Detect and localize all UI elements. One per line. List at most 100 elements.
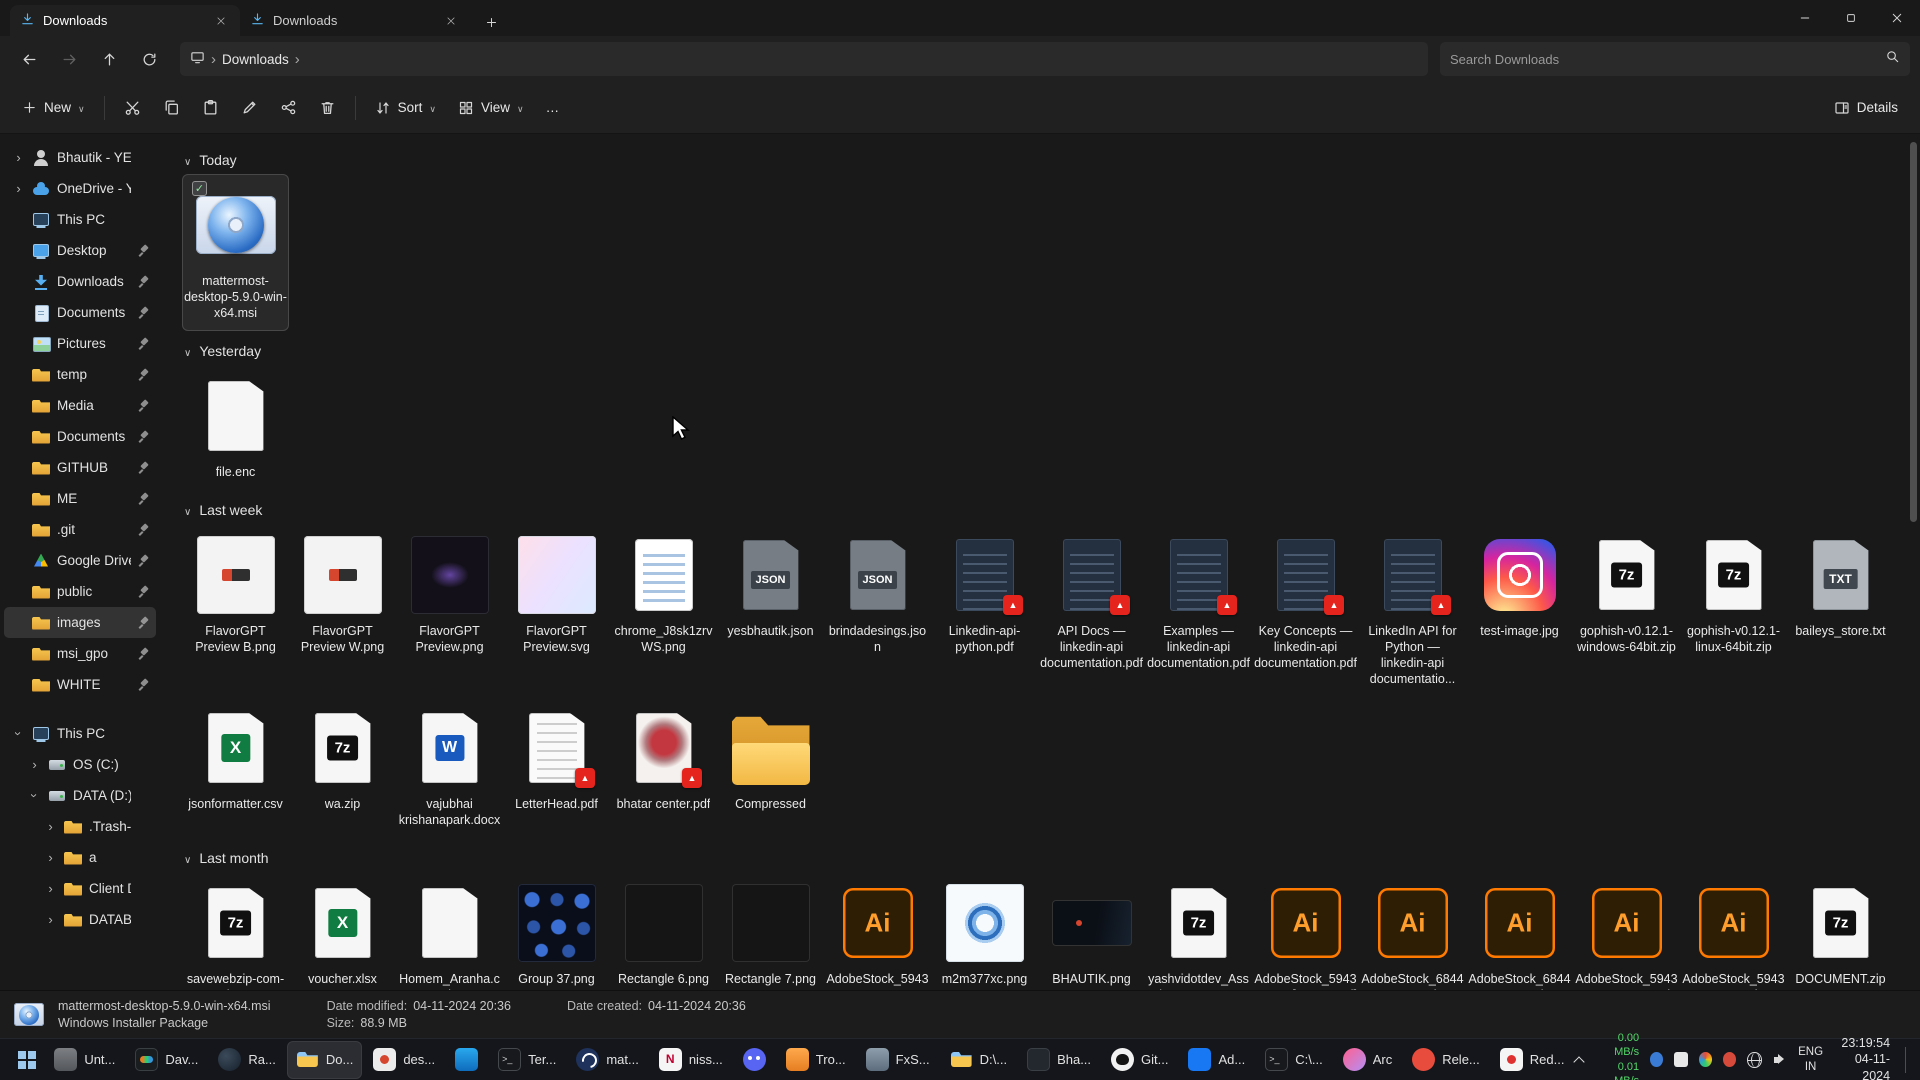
tray-app-icon-blue[interactable] (1650, 1052, 1663, 1067)
chevron-icon[interactable] (12, 181, 25, 196)
taskbar-item[interactable]: Do... (287, 1041, 362, 1079)
start-button[interactable] (8, 1041, 45, 1079)
file-item[interactable]: Rectangle 7.png (717, 872, 824, 990)
taskbar-item[interactable]: mat... (567, 1041, 648, 1079)
taskbar-item[interactable]: Ad... (1179, 1041, 1254, 1079)
file-item[interactable]: brindadesings.json (824, 524, 931, 665)
explorer-tab[interactable]: Downloads (240, 5, 470, 36)
sidebar-item[interactable]: DATA (D:) (4, 780, 156, 811)
breadcrumb[interactable]: Downloads (180, 42, 1428, 76)
chevron-icon[interactable] (44, 881, 57, 896)
taskbar-item[interactable]: Tro... (777, 1041, 855, 1079)
show-desktop-button[interactable] (1905, 1047, 1906, 1073)
sidebar-item[interactable]: OneDrive - YESE (4, 173, 156, 204)
file-item[interactable]: Homem_Aranha.cdr (396, 872, 503, 990)
chevron-icon[interactable] (44, 819, 57, 834)
file-item[interactable]: Rectangle 6.png (610, 872, 717, 990)
file-item[interactable]: gophish-v0.12.1-windows-64bit.zip (1573, 524, 1680, 665)
cut-button[interactable] (114, 90, 151, 126)
file-item[interactable]: LetterHead.pdf (503, 697, 610, 822)
breadcrumb-path[interactable]: Downloads (222, 52, 289, 67)
collapse-chevron-icon[interactable] (184, 343, 191, 359)
taskbar-item[interactable]: Bha... (1018, 1041, 1100, 1079)
breadcrumb-chevron-icon[interactable] (295, 51, 300, 68)
file-item[interactable]: Key Concepts — linkedin-api documentatio… (1252, 524, 1359, 681)
file-item[interactable]: yesbhautik.json (717, 524, 824, 649)
hidden-icons-chevron[interactable] (1573, 1054, 1584, 1066)
sidebar-item[interactable]: Pictures (4, 328, 156, 359)
file-item[interactable]: test-image.jpg (1466, 524, 1573, 649)
delete-button[interactable] (309, 90, 346, 126)
explorer-tab-active[interactable]: Downloads (10, 5, 240, 36)
chevron-icon[interactable] (27, 789, 42, 802)
taskbar-item[interactable]: niss... (650, 1041, 732, 1079)
file-item[interactable]: FlavorGPT Preview.svg (503, 524, 610, 665)
file-item[interactable]: AdobeStock_594399656 - Copy.ai (1573, 872, 1680, 990)
chevron-icon[interactable] (11, 727, 26, 740)
section-header[interactable]: Last month (184, 850, 1912, 866)
file-item[interactable]: mattermost-desktop-5.9.0-win-x64.msi (182, 174, 289, 331)
section-header[interactable]: Last week (184, 502, 1912, 518)
view-button[interactable]: View (448, 90, 534, 126)
taskbar-item[interactable]: Ra... (209, 1041, 284, 1079)
collapse-chevron-icon[interactable] (184, 850, 191, 866)
taskbar-item[interactable]: Unt... (45, 1041, 124, 1079)
taskbar-item[interactable]: des... (364, 1041, 444, 1079)
sidebar-item[interactable]: Google Drive (4, 545, 156, 576)
taskbar-item[interactable]: FxS... (857, 1041, 939, 1079)
file-item[interactable]: AdobeStock_684401528.ai (1466, 872, 1573, 990)
up-button[interactable] (90, 42, 128, 76)
sidebar-item[interactable]: This PC (4, 204, 156, 235)
paste-button[interactable] (192, 90, 229, 126)
clock[interactable]: 23:19:54 04-11-2024 (1834, 1035, 1890, 1080)
forward-button[interactable] (50, 42, 88, 76)
taskbar-item[interactable]: Red... (1491, 1041, 1574, 1079)
sidebar-item[interactable]: WHITE (4, 669, 156, 700)
close-button[interactable] (1874, 0, 1920, 36)
more-options-button[interactable]: … (536, 90, 570, 126)
collapse-chevron-icon[interactable] (184, 502, 191, 518)
collapse-chevron-icon[interactable] (184, 152, 191, 168)
sidebar-item[interactable]: Documents (4, 297, 156, 328)
file-item[interactable]: DOCUMENT.zip (1787, 872, 1894, 990)
file-item[interactable]: AdobeStock_684425862.ai (1359, 872, 1466, 990)
sidebar-item[interactable]: public (4, 576, 156, 607)
file-item[interactable]: file.enc (182, 365, 289, 490)
volume-icon[interactable] (1773, 1052, 1787, 1068)
file-item[interactable]: m2m377xc.png (931, 872, 1038, 990)
search-box[interactable] (1440, 42, 1910, 76)
file-item[interactable]: BHAUTIK.png (1038, 872, 1145, 990)
details-button[interactable]: Details (1824, 90, 1908, 126)
network-icon[interactable] (1747, 1052, 1761, 1068)
sidebar-item[interactable]: .Trash-1000 (4, 811, 156, 842)
file-item[interactable]: vajubhai krishanapark.docx (396, 697, 503, 838)
chevron-icon[interactable] (44, 912, 57, 927)
file-item[interactable]: FlavorGPT Preview W.png (289, 524, 396, 665)
sidebar-item[interactable]: images (4, 607, 156, 638)
file-item[interactable]: AdobeStock_594399656 [Converted] copy.ai (1252, 872, 1359, 990)
copy-button[interactable] (153, 90, 190, 126)
taskbar-item[interactable]: Dav... (126, 1041, 207, 1079)
sidebar-item[interactable]: DATABASE (4, 904, 156, 935)
chevron-icon[interactable] (28, 757, 41, 772)
sidebar-item[interactable]: ME (4, 483, 156, 514)
sidebar-item[interactable]: GITHUB (4, 452, 156, 483)
checkbox[interactable] (192, 181, 207, 196)
chevron-icon[interactable] (12, 150, 25, 165)
tray-app-icon-white[interactable] (1674, 1052, 1687, 1067)
new-button[interactable]: New (12, 90, 95, 126)
section-header[interactable]: Yesterday (184, 343, 1912, 359)
sidebar-item[interactable]: a (4, 842, 156, 873)
taskbar-item[interactable]: Arc (1334, 1041, 1402, 1079)
file-item[interactable]: Linkedin-api-python.pdf (931, 524, 1038, 665)
file-item[interactable]: jsonformatter.csv (182, 697, 289, 822)
sidebar-item[interactable]: OS (C:) (4, 749, 156, 780)
file-item[interactable]: Examples — linkedin-api documentation.pd… (1145, 524, 1252, 681)
tab-close-button[interactable] (212, 12, 230, 30)
file-item[interactable]: gophish-v0.12.1-linux-64bit.zip (1680, 524, 1787, 665)
sidebar-item[interactable]: msi_gpo (4, 638, 156, 669)
file-item[interactable]: LinkedIn API for Python — linkedin-api d… (1359, 524, 1466, 697)
back-button[interactable] (10, 42, 48, 76)
new-tab-button[interactable] (476, 8, 506, 36)
file-item[interactable]: wa.zip (289, 697, 396, 822)
